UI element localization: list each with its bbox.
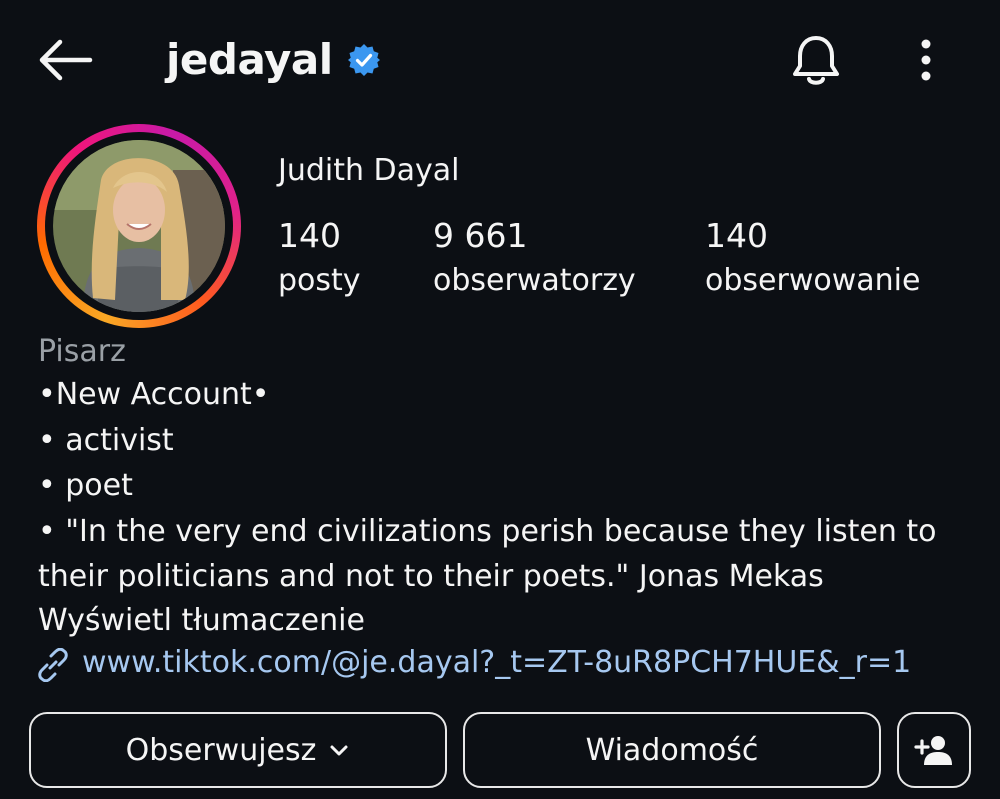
posts-count[interactable]: 140 [278,214,341,258]
bio-line: • activist [38,423,174,458]
link-icon [38,648,68,682]
bio-line: •New Account• [38,377,270,412]
following-button[interactable]: Obserwujesz [29,712,447,788]
more-vertical-icon [921,39,931,81]
chevron-down-icon [330,745,348,756]
verified-badge-icon [346,42,382,78]
more-options-button[interactable] [906,36,946,84]
message-button[interactable]: Wiadomość [463,712,881,788]
arrow-left-icon [39,39,93,81]
following-button-label: Obserwujesz [125,732,317,768]
avatar[interactable] [53,140,225,312]
add-person-icon [914,736,952,765]
profile-username: jedayal [166,35,333,84]
bell-icon [793,36,839,85]
bio-link-text[interactable]: www.tiktok.com/@je.dayal?_t=ZT-8uR8PCH7H… [82,640,911,686]
followers-label[interactable]: obserwatorzy [433,260,636,302]
bio-line: • poet [38,468,133,503]
profile-category: Pisarz [38,334,126,369]
suggested-accounts-button[interactable] [897,712,971,788]
following-count[interactable]: 140 [705,214,768,258]
notifications-button[interactable] [786,30,846,90]
following-label[interactable]: obserwowanie [705,260,920,302]
back-button[interactable] [34,34,94,86]
full-name: Judith Dayal [278,153,460,188]
followers-count[interactable]: 9 661 [433,214,527,258]
bio-line: their politicians and not to their poets… [38,559,824,594]
posts-label[interactable]: posty [278,260,361,302]
translate-link[interactable]: Wyświetl tłumaczenie [38,599,365,643]
message-button-label: Wiadomość [585,732,759,768]
bio-line: • "In the very end civilizations perish … [38,514,937,549]
